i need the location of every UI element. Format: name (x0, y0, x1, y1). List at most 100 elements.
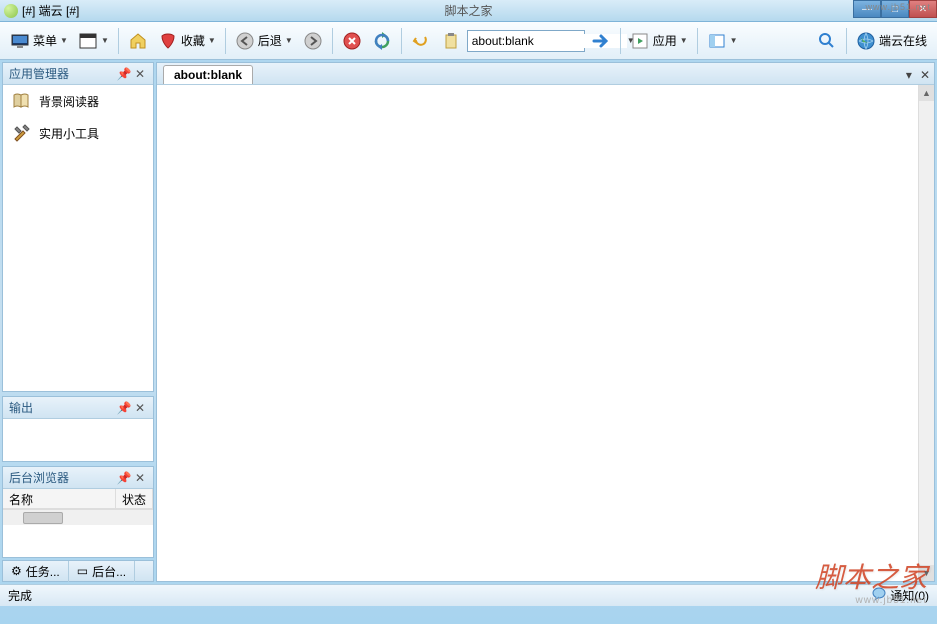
refresh-button[interactable] (368, 27, 396, 55)
bg-browser-body: 名称 状态 (3, 489, 153, 557)
chevron-down-icon: ▼ (60, 36, 68, 45)
bg-browser-panel: 后台浏览器 📌 ✕ 名称 状态 (2, 466, 154, 558)
pin-icon[interactable]: 📌 (117, 67, 131, 81)
bg-browser-title: 后台浏览器 (9, 469, 69, 486)
title-banner: 脚本之家 (444, 2, 492, 19)
view-mode-button[interactable]: ▼ (703, 27, 742, 55)
window-title: [#] 端云 [#] (22, 2, 79, 19)
apply-button[interactable]: 应用 ▼ (626, 27, 692, 55)
apply-label: 应用 (653, 32, 677, 49)
scroll-up-icon[interactable]: ▲ (919, 85, 934, 101)
scrollbar-track[interactable] (919, 101, 934, 565)
back-icon (235, 31, 255, 51)
menu-label: 菜单 (33, 32, 57, 49)
title-bar: [#] 端云 [#] 脚本之家 — □ ✕ www.jb51.net (0, 0, 937, 22)
app-manager-header: 应用管理器 📌 ✕ (3, 63, 153, 85)
output-panel: 输出 📌 ✕ (2, 396, 154, 462)
col-status[interactable]: 状态 (116, 489, 153, 508)
close-button[interactable]: ✕ (909, 0, 937, 18)
tab-tasks[interactable]: ⚙ 任务... (3, 561, 69, 582)
refresh-icon (372, 31, 392, 51)
toolbar-separator (332, 28, 333, 54)
shield-icon (158, 31, 178, 51)
stop-button[interactable] (338, 27, 366, 55)
back-label: 后退 (258, 32, 282, 49)
paste-button[interactable] (437, 27, 465, 55)
app-icon (4, 4, 18, 18)
bubble-icon (872, 587, 886, 604)
layout-icon (707, 31, 727, 51)
close-panel-icon[interactable]: ✕ (133, 401, 147, 415)
tab-close-icon[interactable]: ✕ (916, 66, 934, 84)
toolbar-separator (401, 28, 402, 54)
app-item-label: 背景阅读器 (39, 93, 99, 110)
content-area: about:blank ▾ ✕ ▲ ▼ (156, 62, 935, 582)
app-item-label: 实用小工具 (39, 125, 99, 142)
toolbar-separator (225, 28, 226, 54)
forward-button[interactable] (299, 27, 327, 55)
tab-background[interactable]: ▭ 后台... (69, 561, 135, 582)
tools-icon (11, 123, 31, 143)
online-label: 端云在线 (879, 32, 927, 49)
online-button[interactable]: 端云在线 (852, 27, 931, 55)
undo-button[interactable] (407, 27, 435, 55)
pin-icon[interactable]: 📌 (117, 471, 131, 485)
maximize-button[interactable]: □ (881, 0, 909, 18)
search-icon (817, 31, 837, 51)
undo-icon (411, 31, 431, 51)
app-item-bg-reader[interactable]: 背景阅读器 (3, 85, 153, 117)
window-icon: ▭ (77, 564, 88, 578)
menu-button[interactable]: 菜单 ▼ (6, 27, 72, 55)
clipboard-icon (441, 31, 461, 51)
book-icon (11, 91, 31, 111)
main-toolbar: 菜单 ▼ ▼ 收藏 ▼ 后退 ▼ ▼ 应用 (0, 22, 937, 60)
chevron-down-icon: ▼ (285, 36, 293, 45)
address-bar[interactable]: ▼ (467, 30, 585, 52)
page-view: ▲ ▼ (157, 85, 934, 581)
scroll-down-icon[interactable]: ▼ (919, 565, 934, 581)
go-button[interactable] (587, 27, 615, 55)
back-button[interactable]: 后退 ▼ (231, 27, 297, 55)
output-title: 输出 (9, 399, 33, 416)
tab-background-label: 后台... (92, 563, 126, 580)
go-arrow-icon (591, 31, 611, 51)
sidebar: 应用管理器 📌 ✕ 背景阅读器 实用小工具 输出 📌 (0, 60, 156, 584)
bg-browser-columns: 名称 状态 (3, 489, 153, 509)
browser-tab[interactable]: about:blank (163, 65, 253, 84)
tab-dropdown-icon[interactable]: ▾ (902, 66, 916, 84)
home-button[interactable] (124, 27, 152, 55)
sidebar-bottom-tabs: ⚙ 任务... ▭ 后台... (2, 560, 154, 582)
notify-button[interactable]: 通知(0) (872, 587, 929, 604)
tab-strip: about:blank ▾ ✕ (157, 63, 934, 85)
status-text: 完成 (8, 587, 32, 604)
pin-icon[interactable]: 📌 (117, 401, 131, 415)
toolbar-separator (697, 28, 698, 54)
monitor-icon (10, 31, 30, 51)
favorites-button[interactable]: 收藏 ▼ (154, 27, 220, 55)
tab-label: about:blank (174, 68, 242, 82)
col-name[interactable]: 名称 (3, 489, 116, 508)
toolbar-separator (846, 28, 847, 54)
tab-tasks-label: 任务... (26, 563, 60, 580)
stop-icon (342, 31, 362, 51)
close-panel-icon[interactable]: ✕ (133, 471, 147, 485)
chevron-down-icon: ▼ (730, 36, 738, 45)
close-panel-icon[interactable]: ✕ (133, 67, 147, 81)
minimize-button[interactable]: — (853, 0, 881, 18)
gear-icon: ⚙ (11, 564, 22, 578)
globe-icon (856, 31, 876, 51)
window-mode-button[interactable]: ▼ (74, 27, 113, 55)
app-manager-title: 应用管理器 (9, 65, 69, 82)
play-icon (630, 31, 650, 51)
output-header: 输出 📌 ✕ (3, 397, 153, 419)
scrollbar-thumb[interactable] (23, 512, 63, 524)
home-icon (128, 31, 148, 51)
chevron-down-icon: ▼ (101, 36, 109, 45)
vertical-scrollbar[interactable]: ▲ ▼ (918, 85, 934, 581)
app-item-tools[interactable]: 实用小工具 (3, 117, 153, 149)
toolbar-separator (620, 28, 621, 54)
main-area: 应用管理器 📌 ✕ 背景阅读器 实用小工具 输出 📌 (0, 60, 937, 584)
window-controls: — □ ✕ (853, 0, 937, 18)
horizontal-scrollbar[interactable] (3, 509, 153, 525)
search-button[interactable] (813, 27, 841, 55)
